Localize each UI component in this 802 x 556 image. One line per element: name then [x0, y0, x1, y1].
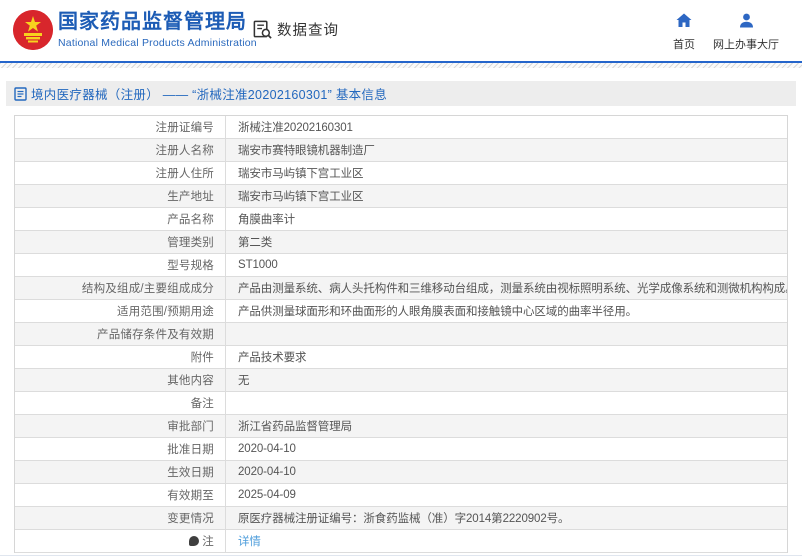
note-icon [189, 536, 200, 546]
breadcrumb-text: 境内医疗器械（注册） —— “浙械注准20202160301” 基本信息 [31, 88, 388, 102]
field-value: 瑞安市赛特眼镜机器制造厂 [238, 145, 375, 157]
field-value: 瑞安市马屿镇下宫工业区 [238, 168, 364, 180]
field-label: 生产地址 [15, 185, 226, 207]
table-row: 批准日期 2020-04-10 [15, 438, 787, 461]
field-label: 注册人名称 [15, 139, 226, 161]
table-row: 产品名称 角膜曲率计 [15, 208, 787, 231]
breadcrumb: 境内医疗器械（注册） —— “浙械注准20202160301” 基本信息 [6, 81, 796, 106]
table-row: 审批部门 浙江省药品监督管理局 [15, 415, 787, 438]
table-row: 生效日期 2020-04-10 [15, 461, 787, 484]
field-value: 产品供测量球面形和环曲面形的人眼角膜表面和接触镜中心区域的曲率半径用。 [238, 306, 637, 318]
field-value: ST1000 [238, 259, 278, 271]
field-value: 浙械注准20202160301 [238, 122, 353, 134]
details-link[interactable]: 详情 [238, 533, 261, 549]
field-value: 角膜曲率计 [238, 214, 295, 226]
field-value: 产品技术要求 [238, 352, 307, 364]
nav-hall-label: 网上办事大厅 [713, 39, 779, 51]
field-value [226, 323, 787, 345]
user-icon [739, 13, 753, 28]
nav-home[interactable]: 首页 [662, 13, 706, 52]
field-value: 瑞安市马屿镇下宫工业区 [238, 191, 364, 203]
field-label: 审批部门 [15, 415, 226, 437]
field-label: 生效日期 [15, 461, 226, 483]
org-title-block: 国家药品监督管理局 National Medical Products Admi… [58, 10, 257, 49]
home-icon [676, 13, 692, 27]
info-table: 注册证编号 浙械注准20202160301 注册人名称 瑞安市赛特眼镜机器制造厂 注册人… [14, 115, 788, 553]
table-row: 产品储存条件及有效期 [15, 323, 787, 346]
document-icon [14, 86, 27, 101]
field-label: 适用范围/预期用途 [15, 300, 226, 322]
field-label: 批准日期 [15, 438, 226, 460]
field-label: 备注 [15, 392, 226, 414]
emblem-graphic [13, 10, 53, 50]
table-row: 生产地址 瑞安市马屿镇下宫工业区 [15, 185, 787, 208]
field-value: 浙江省药品监督管理局 [238, 421, 352, 433]
table-row: 附件 产品技术要求 [15, 346, 787, 369]
hatch-texture-strip [0, 63, 802, 68]
org-name-en: National Medical Products Administration [58, 37, 257, 49]
field-value [226, 392, 787, 414]
field-label: 结构及组成/主要组成成分 [15, 277, 226, 299]
table-row: 有效期至 2025-04-09 [15, 484, 787, 507]
field-value: 详情 [226, 530, 787, 552]
table-row: 型号规格 ST1000 [15, 254, 787, 277]
site-header: 国家药品监督管理局 National Medical Products Admi… [0, 0, 802, 61]
table-row: 结构及组成/主要组成成分 产品由测量系统、病人头托构件和三维移动台组成，测量系统由… [15, 277, 787, 300]
table-row: 备注 [15, 392, 787, 415]
table-row: 管理类别 第二类 [15, 231, 787, 254]
field-label: 变更情况 [15, 507, 226, 529]
field-value: 第二类 [238, 237, 273, 249]
field-label: 产品储存条件及有效期 [15, 323, 226, 345]
field-label: 注册人住所 [15, 162, 226, 184]
table-row: 注详情 [15, 530, 787, 553]
field-value: 原医疗器械注册证编号：浙食药监械（准）字2014第2220902号。 [238, 513, 570, 525]
org-name-cn: 国家药品监督管理局 [58, 11, 247, 33]
data-query-label: 数据查询 [277, 23, 339, 39]
field-value: 2020-04-10 [238, 443, 296, 455]
field-value: 无 [238, 375, 250, 387]
field-value: 2020-04-10 [238, 466, 296, 478]
nav-online-hall[interactable]: 网上办事大厅 [706, 13, 786, 52]
field-label: 有效期至 [15, 484, 226, 506]
table-row: 适用范围/预期用途 产品供测量球面形和环曲面形的人眼角膜表面和接触镜中心区域的曲率… [15, 300, 787, 323]
field-label: 产品名称 [15, 208, 226, 230]
field-label: 管理类别 [15, 231, 226, 253]
table-row: 注册人名称 瑞安市赛特眼镜机器制造厂 [15, 139, 787, 162]
table-row: 注册证编号 浙械注准20202160301 [15, 116, 787, 139]
field-value: 产品由测量系统、病人头托构件和三维移动台组成，测量系统由视标照明系统、光学成像系… [238, 283, 787, 295]
table-row: 其他内容无 [15, 369, 787, 392]
document-search-icon [253, 20, 272, 39]
table-row: 注册人住所 瑞安市马屿镇下宫工业区 [15, 162, 787, 185]
field-value: 2025-04-09 [238, 489, 296, 501]
data-query-tab[interactable]: 数据查询 [252, 19, 339, 40]
table-row: 变更情况 原医疗器械注册证编号：浙食药监械（准）字2014第2220902号。 [15, 507, 787, 530]
national-emblem-logo [13, 10, 53, 50]
field-label: 注册证编号 [15, 116, 226, 138]
field-label: 注 [15, 530, 226, 552]
field-label: 型号规格 [15, 254, 226, 276]
field-label: 其他内容 [15, 369, 226, 391]
nav-home-label: 首页 [673, 39, 695, 51]
field-label: 附件 [15, 346, 226, 368]
